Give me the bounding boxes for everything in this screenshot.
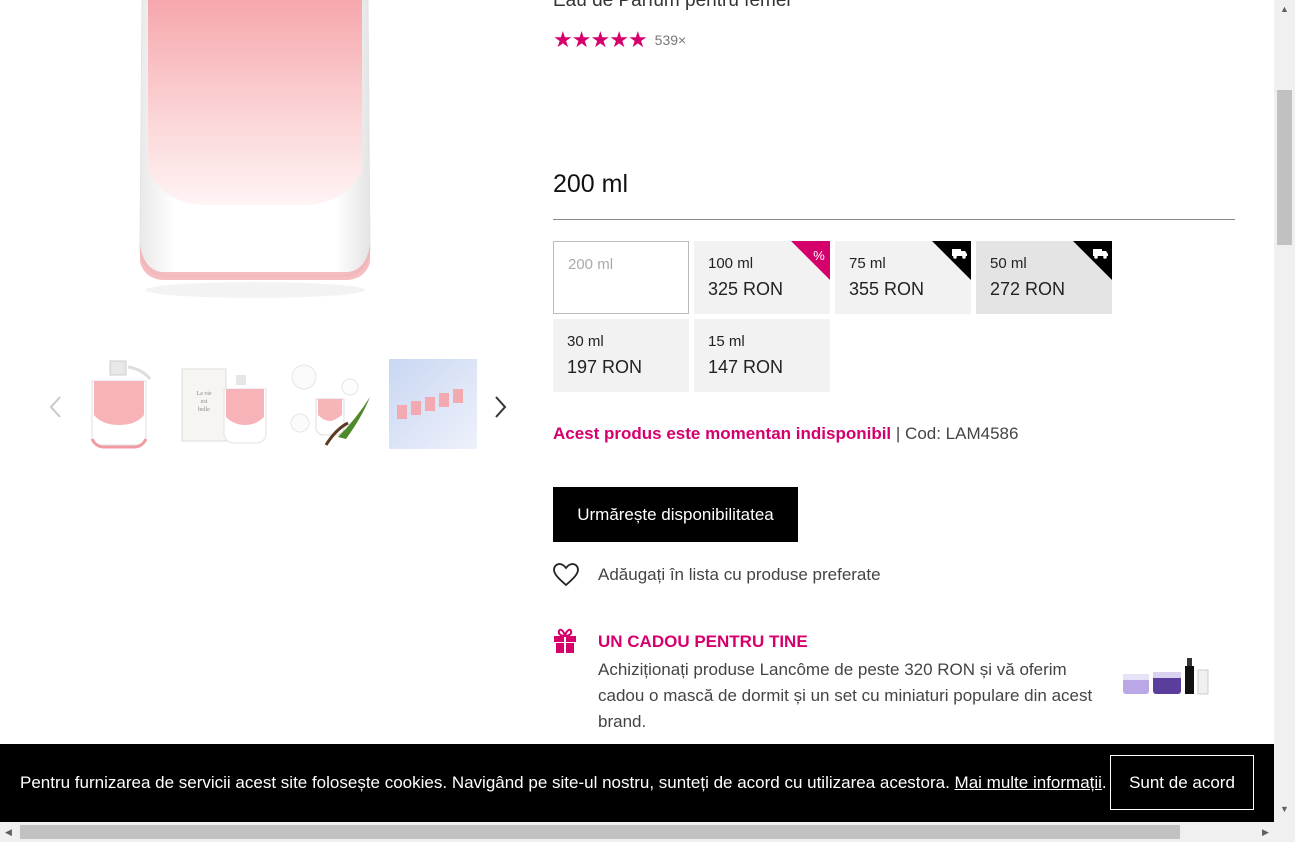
size-title: 200 ml [553,170,629,198]
variant-size: 30 ml [567,333,604,350]
chevron-left-icon[interactable] [46,395,66,419]
variant-30ml[interactable]: 30 ml 197 RON [553,319,689,392]
scroll-left-icon[interactable]: ◀ [0,822,17,842]
chevron-right-icon[interactable] [490,395,510,419]
cookie-text-end: . [1101,773,1107,792]
thumbnail-box[interactable]: La vie est belle [180,359,268,449]
variant-price: 147 RON [708,357,784,377]
divider [553,219,1235,220]
scroll-right-icon[interactable]: ▶ [1257,822,1274,842]
variant-200ml[interactable]: 200 ml [553,241,689,314]
percent-icon: % [791,241,830,280]
star-icon: ★ [590,27,611,52]
cookie-banner: Pentru furnizarea de servicii acest site… [0,744,1274,822]
thumbnail-carousel: La vie est belle [40,355,520,455]
variant-price: 355 RON [849,279,925,299]
variant-100ml[interactable]: 100 ml 325 RON % [694,241,830,314]
vertical-scrollbar[interactable]: ▲ ▼ [1274,0,1295,822]
gift-products-image [1123,658,1209,695]
variant-price: 197 RON [567,357,643,377]
svg-text:La vie: La vie [196,391,211,397]
add-to-wishlist[interactable]: Adăugați în lista cu produse preferate [553,563,881,587]
variant-price: 272 RON [990,279,1066,299]
rating-count: 539× [654,32,687,48]
availability-line: Acest produs este momentan indisponibil … [553,424,1018,444]
availability-status: Acest produs este momentan indisponibil [553,424,892,443]
scrollbar-corner [1274,822,1295,842]
thumbnail-flowers[interactable] [286,359,374,449]
watch-availability-button[interactable]: Urmărește disponibilitatea [553,487,798,542]
gift-promo: UN CADOU PENTRU TINE Achiziționați produ… [553,628,1223,738]
svg-text:est: est [201,399,208,405]
cookie-message: Pentru furnizarea de servicii acest site… [20,773,1107,793]
cookie-accept-button[interactable]: Sunt de acord [1110,755,1254,810]
vertical-scroll-thumb[interactable] [1277,90,1292,245]
variant-75ml[interactable]: 75 ml 355 RON [835,241,971,314]
product-code: Cod: LAM4586 [905,424,1019,443]
star-icon: ★ [571,27,592,52]
thumbnail-bottle[interactable] [76,359,164,449]
variant-50ml[interactable]: 50 ml 272 RON [976,241,1112,314]
horizontal-scroll-thumb[interactable] [20,825,1180,839]
star-icon: ★ [609,27,629,52]
delivery-truck-icon [1073,241,1112,280]
svg-text:%: % [813,248,825,263]
horizontal-scrollbar[interactable]: ◀ ▶ [0,822,1274,842]
star-icon: ★ [553,27,573,52]
cookie-more-info-link[interactable]: Mai multe informații [955,773,1102,792]
gift-icon [554,628,576,653]
product-rating[interactable]: ★ ★ ★ ★ ★ 539× [553,29,686,51]
heart-icon [553,563,579,587]
gift-description: Achiziționați produse Lancôme de peste 3… [598,660,1093,731]
star-icon: ★ [627,27,648,52]
product-subtitle: Eau de Parfum pentru femei [553,0,791,11]
variant-15ml[interactable]: 15 ml 147 RON [694,319,830,392]
variant-size: 200 ml [568,256,614,273]
rating-stars: ★ ★ ★ ★ ★ [553,27,648,52]
wishlist-label: Adăugați în lista cu produse preferate [598,565,881,584]
thumbnail-lineup[interactable] [389,359,477,449]
gift-title: UN CADOU PENTRU TINE [598,632,808,651]
variant-price: 325 RON [708,279,784,299]
availability-separator: | [891,424,906,443]
svg-text:belle: belle [198,407,210,413]
scroll-up-icon[interactable]: ▲ [1274,0,1295,17]
cookie-text: Pentru furnizarea de servicii acest site… [20,773,955,792]
scroll-down-icon[interactable]: ▼ [1274,800,1295,817]
variant-size: 15 ml [708,333,745,350]
delivery-truck-icon [932,241,971,280]
product-main-image[interactable] [120,0,390,305]
